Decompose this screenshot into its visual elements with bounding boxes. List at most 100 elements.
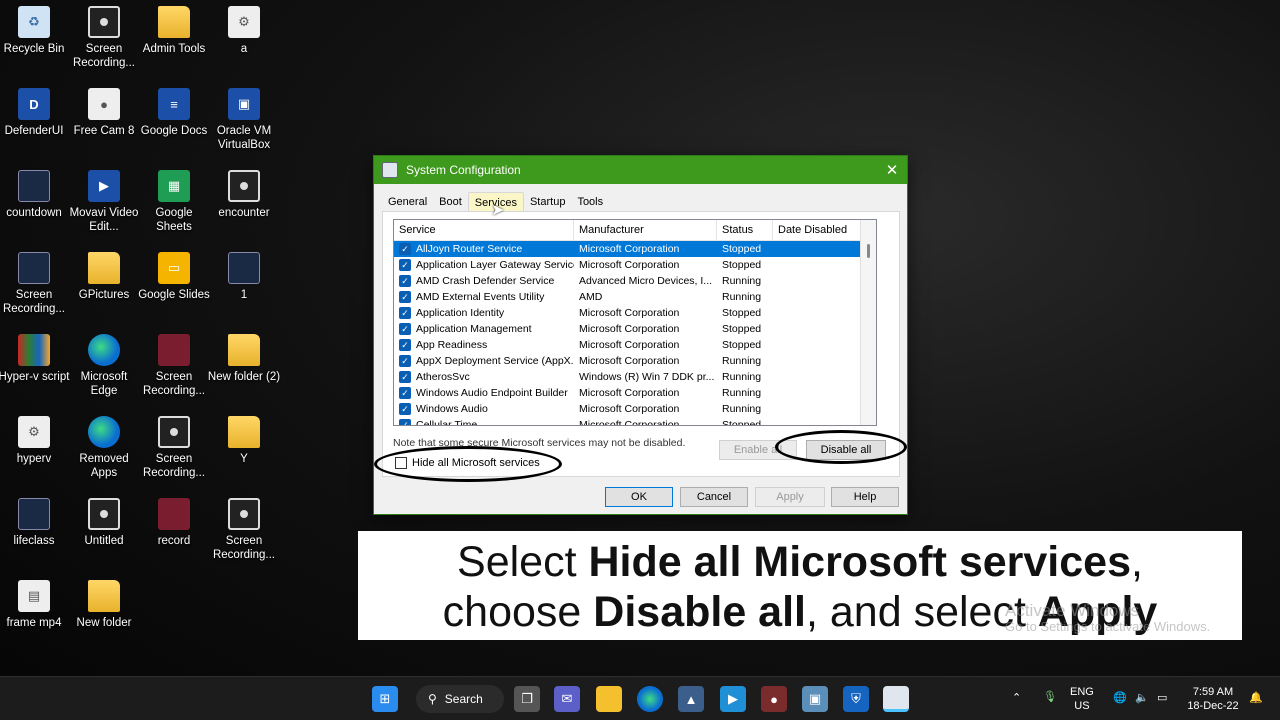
desktop-icon[interactable]: ⚙ a xyxy=(209,6,279,56)
desktop-icon[interactable]: ⚙ hyperv xyxy=(0,416,69,466)
desktop-icon[interactable]: Hyper-v script xyxy=(0,334,69,384)
movavi-taskbar-icon[interactable]: ▶ xyxy=(720,686,746,712)
chat-icon[interactable]: ✉ xyxy=(554,686,580,712)
help-button[interactable]: Help xyxy=(831,487,899,507)
desktop-icon-label: Y xyxy=(240,453,248,465)
desktop-icon[interactable]: record xyxy=(139,498,209,548)
table-row[interactable]: ✓ Windows Audio Microsoft Corporation Runni… xyxy=(394,401,876,417)
manufacturer-cell: Windows (R) Win 7 DDK pr... xyxy=(579,371,715,383)
tab-general[interactable]: General xyxy=(382,192,433,212)
desktop-icon[interactable]: ≡ Google Docs xyxy=(139,88,209,138)
desktop-icon[interactable]: countdown xyxy=(0,170,69,220)
checkbox-checked-icon[interactable]: ✓ xyxy=(399,355,411,367)
language-indicator[interactable]: ENG US xyxy=(1070,685,1094,713)
table-row[interactable]: ✓ Application Identity Microsoft Corporati… xyxy=(394,305,876,321)
close-icon[interactable]: ✕ xyxy=(877,156,907,184)
chevron-up-icon[interactable]: ⌃ xyxy=(1012,691,1021,705)
desktop-icon[interactable]: Screen Recording... xyxy=(209,498,279,562)
tab-strip: General Boot Services Startup Tools xyxy=(374,184,907,215)
desktop-icon[interactable]: ▶ Movavi Video Edit... xyxy=(69,170,139,234)
msconfig-taskbar-icon[interactable] xyxy=(883,686,909,712)
battery-icon[interactable]: ▭ xyxy=(1157,691,1167,705)
desktop-icon[interactable]: ♻ Recycle Bin xyxy=(0,6,69,56)
desktop-icon[interactable]: Screen Recording... xyxy=(0,252,69,316)
table-row[interactable]: ✓ Cellular Time Microsoft Corporation Stopp… xyxy=(394,417,876,425)
table-row[interactable]: ✓ AMD Crash Defender Service Advanced Micr… xyxy=(394,273,876,289)
service-cell: ✓ Application Layer Gateway Service xyxy=(394,259,574,271)
tab-startup[interactable]: Startup xyxy=(524,192,571,212)
desktop-icon[interactable]: Untitled xyxy=(69,498,139,548)
scrollbar-thumb[interactable] xyxy=(867,244,870,258)
table-row[interactable]: ✓ AppX Deployment Service (AppX... Microso… xyxy=(394,353,876,369)
checkbox-checked-icon[interactable]: ✓ xyxy=(399,323,411,335)
watermark-line-2: Go to Settings to activate Windows. xyxy=(1005,619,1211,634)
microphone-icon[interactable]: 🎙 xyxy=(1043,690,1057,704)
desktop-icon[interactable]: Microsoft Edge xyxy=(69,334,139,398)
desktop-icon[interactable]: Screen Recording... xyxy=(139,416,209,480)
service-cell: ✓ Application Identity xyxy=(394,307,574,319)
tab-boot[interactable]: Boot xyxy=(433,192,468,212)
table-row[interactable]: ✓ Application Layer Gateway Service Micros… xyxy=(394,257,876,273)
notification-icon[interactable]: 🔔 xyxy=(1249,691,1263,705)
checkbox-checked-icon[interactable]: ✓ xyxy=(399,339,411,351)
desktop-icon[interactable]: 1 xyxy=(209,252,279,302)
recorder-taskbar-icon[interactable]: ● xyxy=(761,686,787,712)
checkbox-checked-icon[interactable]: ✓ xyxy=(399,419,411,425)
desktop-icon[interactable]: Removed Apps xyxy=(69,416,139,480)
checkbox-checked-icon[interactable]: ✓ xyxy=(399,403,411,415)
desktop-icon[interactable]: D DefenderUI xyxy=(0,88,69,138)
taskbar-search[interactable]: ⚲ Search xyxy=(416,685,504,713)
desktop-icon[interactable]: GPictures xyxy=(69,252,139,302)
desktop-icon[interactable]: New folder xyxy=(69,580,139,630)
checkbox-checked-icon[interactable]: ✓ xyxy=(399,387,411,399)
service-cell: ✓ AMD Crash Defender Service xyxy=(394,275,574,287)
task-view-icon[interactable]: ❐ xyxy=(514,686,540,712)
table-row[interactable]: ✓ AMD External Events Utility AMD Running xyxy=(394,289,876,305)
desktop-icon[interactable]: Screen Recording... xyxy=(69,6,139,70)
column-status[interactable]: Status xyxy=(717,220,773,240)
desktop-icon[interactable]: ▤ frame mp4 xyxy=(0,580,69,630)
display-taskbar-icon[interactable]: ▣ xyxy=(802,686,828,712)
checkbox-checked-icon[interactable]: ✓ xyxy=(399,371,411,383)
checkbox-checked-icon[interactable]: ✓ xyxy=(399,275,411,287)
desktop-icon[interactable]: New folder (2) xyxy=(208,334,280,384)
cancel-button[interactable]: Cancel xyxy=(680,487,748,507)
table-row[interactable]: ✓ AtherosSvc Windows (R) Win 7 DDK pr... Ru… xyxy=(394,369,876,385)
desktop-icon[interactable]: lifeclass xyxy=(0,498,69,548)
desktop-icon[interactable]: Y xyxy=(209,416,279,466)
clock[interactable]: 7:59 AM 18-Dec-22 xyxy=(1184,685,1242,713)
start-windows-icon[interactable]: ⊞ xyxy=(372,686,398,712)
edge-taskbar-icon[interactable] xyxy=(637,686,663,712)
volume-icon[interactable]: 🔈 xyxy=(1135,691,1149,705)
desktop-icon[interactable]: Admin Tools xyxy=(139,6,209,56)
dialog-titlebar[interactable]: System Configuration ✕ xyxy=(374,156,907,184)
tab-tools[interactable]: Tools xyxy=(571,192,609,212)
checkbox-checked-icon[interactable]: ✓ xyxy=(399,243,411,255)
table-row[interactable]: ✓ Application Management Microsoft Corpora… xyxy=(394,321,876,337)
checkbox-checked-icon[interactable]: ✓ xyxy=(399,291,411,303)
services-scrollbar[interactable] xyxy=(860,220,876,425)
table-row[interactable]: ✓ Windows Audio Endpoint Builder Microsoft… xyxy=(394,385,876,401)
apply-button[interactable]: Apply xyxy=(755,487,825,507)
table-row[interactable]: ✓ App Readiness Microsoft Corporation Stopp… xyxy=(394,337,876,353)
desktop-icon[interactable]: ● Free Cam 8 xyxy=(69,88,139,138)
column-service[interactable]: Service xyxy=(394,220,574,240)
services-list[interactable]: Service Manufacturer Status Date Disable… xyxy=(393,219,877,426)
desktop-icon[interactable]: ▣ Oracle VM VirtualBox xyxy=(209,88,279,152)
desktop-icon[interactable]: ▦ Google Sheets xyxy=(139,170,209,234)
checkbox-checked-icon[interactable]: ✓ xyxy=(399,307,411,319)
checkbox-checked-icon[interactable]: ✓ xyxy=(399,259,411,271)
network-icon[interactable]: 🌐 xyxy=(1113,691,1127,705)
desktop-icon[interactable]: ▭ Google Slides xyxy=(138,252,210,302)
shield-icon[interactable]: ⛨ xyxy=(843,686,869,712)
manufacturer-cell: Microsoft Corporation xyxy=(579,259,680,271)
desktop-icon[interactable]: Screen Recording... xyxy=(139,334,209,398)
column-manufacturer[interactable]: Manufacturer xyxy=(574,220,717,240)
desktop-icon[interactable]: encounter xyxy=(209,170,279,220)
file-explorer-icon[interactable] xyxy=(596,686,622,712)
ok-button[interactable]: OK xyxy=(605,487,673,507)
column-date-disabled[interactable]: Date Disabled xyxy=(773,220,863,240)
photos-icon[interactable]: ▲ xyxy=(678,686,704,712)
dialog-title: System Configuration xyxy=(406,163,521,177)
table-row[interactable]: ✓ AllJoyn Router Service Microsoft Corpora… xyxy=(394,241,876,257)
